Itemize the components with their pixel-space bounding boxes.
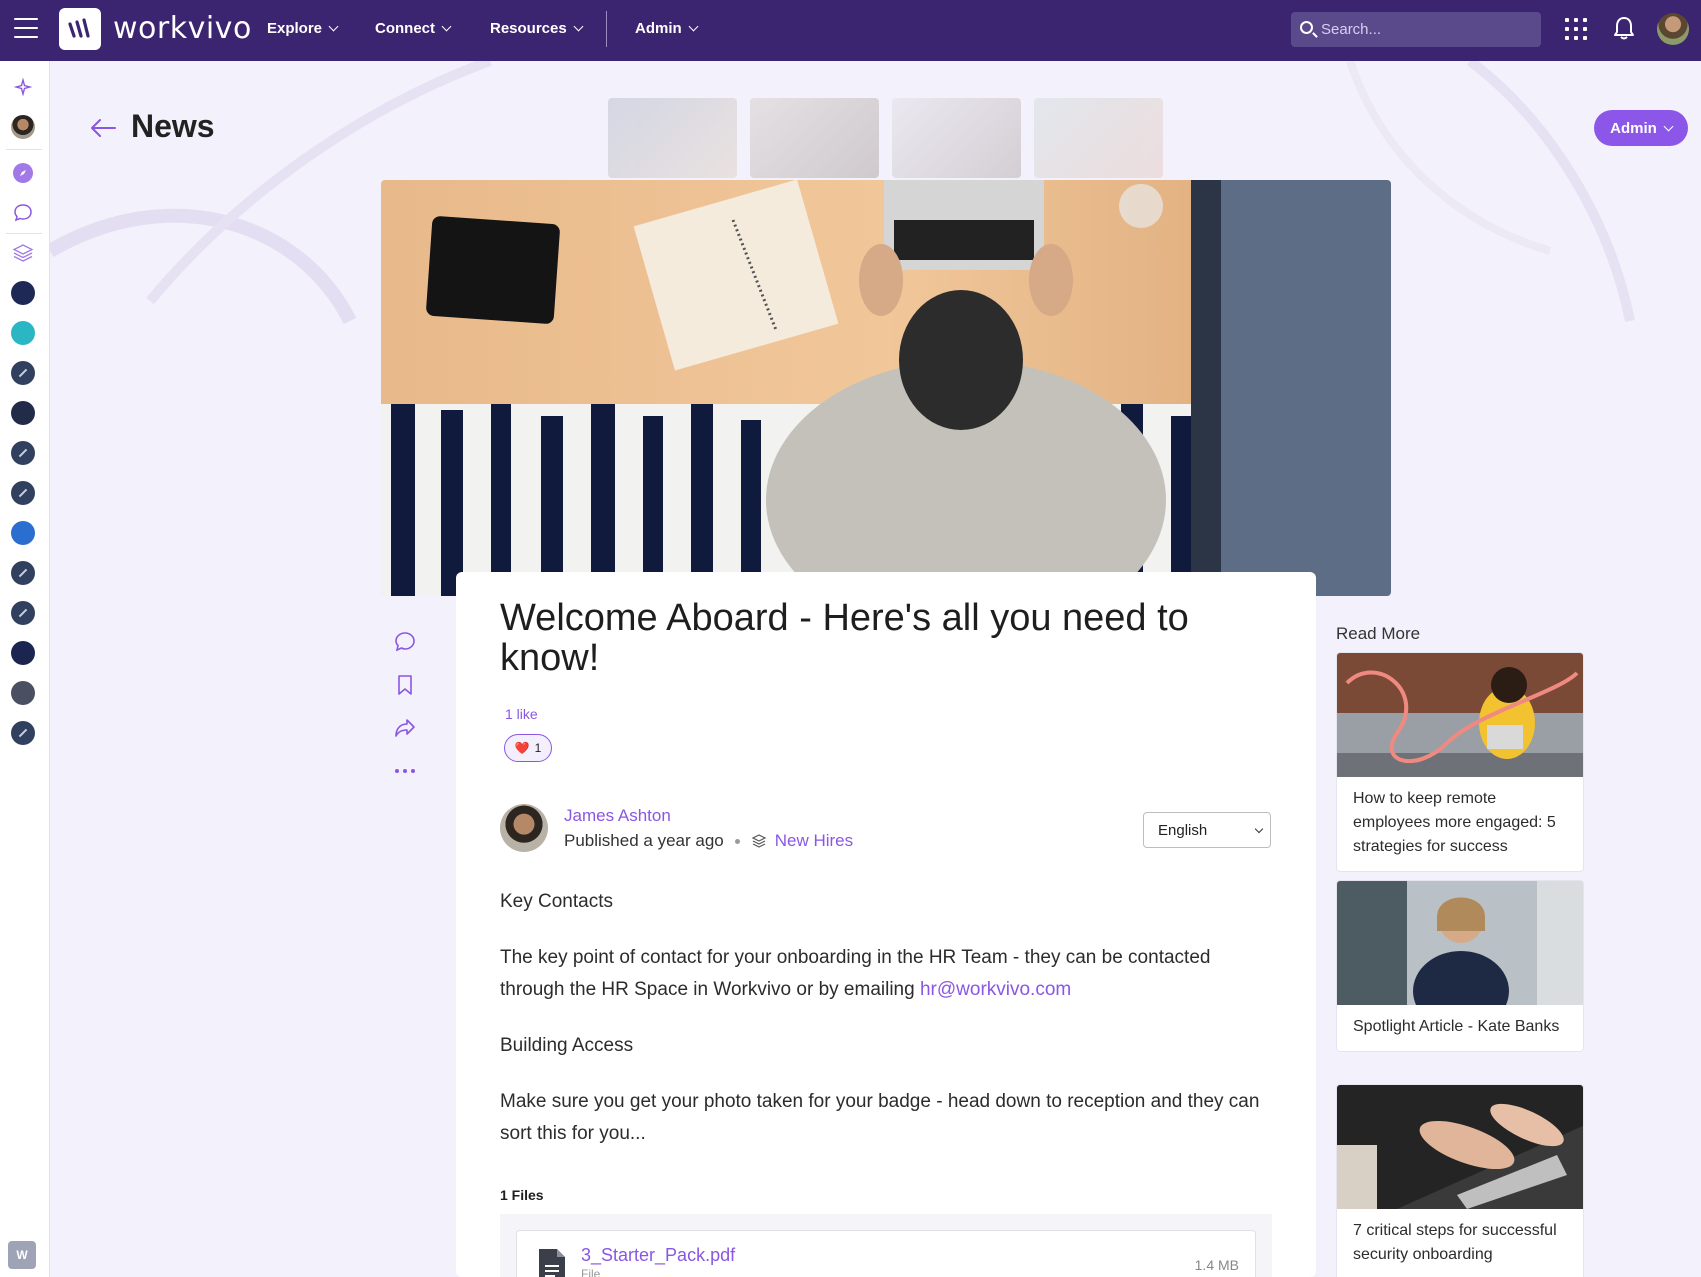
notifications-bell-icon[interactable] <box>1612 15 1636 46</box>
language-select[interactable]: English <box>1143 812 1271 848</box>
rail-divider <box>6 233 42 234</box>
spaces-layers-icon[interactable] <box>11 241 35 265</box>
space-icon[interactable] <box>11 401 35 425</box>
chevron-down-icon <box>688 21 699 32</box>
nav-explore[interactable]: Explore <box>267 20 339 37</box>
published-time: Published a year ago <box>564 831 724 850</box>
chevron-down-icon <box>441 21 452 32</box>
read-more-image <box>1337 1085 1583 1209</box>
read-more-item[interactable]: 7 critical steps for successful security… <box>1336 1084 1584 1277</box>
thumbnail-image[interactable] <box>750 98 879 178</box>
section-heading: Key Contacts <box>500 891 613 912</box>
article-title: Welcome Aboard - Here's all you need to … <box>500 597 1189 679</box>
space-icon[interactable] <box>11 641 35 665</box>
file-size: 1.4 MB <box>1194 1257 1239 1273</box>
space-icon[interactable] <box>11 521 35 545</box>
space-icon[interactable] <box>11 561 35 585</box>
email-link[interactable]: hr@workvivo.com <box>920 979 1071 1000</box>
nav-admin[interactable]: Admin <box>635 20 699 37</box>
file-type: File <box>581 1267 601 1277</box>
space-icon[interactable] <box>11 481 35 505</box>
admin-button[interactable]: Admin <box>1594 110 1688 146</box>
search-icon <box>1300 21 1313 34</box>
reaction-count: 1 <box>534 741 542 755</box>
top-navigation-bar: workvivo Explore Connect Resources Admin <box>0 0 1701 61</box>
file-name-link[interactable]: 3_Starter_Pack.pdf <box>581 1245 735 1266</box>
back-arrow-icon[interactable] <box>89 116 117 145</box>
workvivo-logo-icon[interactable] <box>59 8 101 50</box>
heart-reaction-icon: ❤️ <box>514 741 530 755</box>
space-icon[interactable] <box>11 681 35 705</box>
likes-count[interactable]: 1 like <box>505 706 538 722</box>
sparkle-icon[interactable] <box>11 75 35 99</box>
chat-icon[interactable] <box>11 201 35 225</box>
rail-divider <box>6 149 42 150</box>
thumbnail-image[interactable] <box>608 98 737 178</box>
hero-image <box>381 180 1391 596</box>
thumbnail-image[interactable] <box>1034 98 1163 178</box>
profile-avatar[interactable] <box>11 115 35 139</box>
comment-icon[interactable] <box>393 630 417 659</box>
read-more-item[interactable]: How to keep remote employees more engage… <box>1336 652 1584 872</box>
read-more-title: Spotlight Article - Kate Banks <box>1353 1018 1560 1035</box>
author-avatar[interactable] <box>500 804 548 852</box>
read-more-title: 7 critical steps for successful security… <box>1353 1222 1557 1263</box>
files-list: 3_Starter_Pack.pdf File 1.4 MB <box>500 1214 1272 1277</box>
space-icon[interactable] <box>11 601 35 625</box>
read-more-item[interactable]: Spotlight Article - Kate Banks <box>1336 880 1584 1052</box>
more-options-icon[interactable] <box>393 762 417 780</box>
space-icon[interactable] <box>11 321 35 345</box>
bookmark-icon[interactable] <box>393 673 417 702</box>
document-file-icon <box>537 1247 567 1277</box>
read-more-title: How to keep remote employees more engage… <box>1353 790 1556 855</box>
menu-icon[interactable] <box>14 18 38 38</box>
article-thumbnails <box>608 98 1163 178</box>
files-label: 1 Files <box>500 1187 544 1203</box>
chevron-down-icon <box>1663 121 1674 131</box>
space-icon[interactable] <box>11 281 35 305</box>
reaction-badge[interactable]: ❤️ 1 <box>504 734 552 762</box>
search-input[interactable] <box>1321 21 1531 38</box>
nav-resources[interactable]: Resources <box>490 20 584 37</box>
author-name[interactable]: James Ashton <box>564 806 671 826</box>
compass-icon[interactable] <box>11 161 35 185</box>
search-box[interactable] <box>1291 12 1541 47</box>
space-layers-icon <box>751 834 767 848</box>
author-meta: Published a year ago New Hires <box>564 831 853 851</box>
read-more-image <box>1337 881 1583 1031</box>
user-avatar[interactable] <box>1657 13 1689 45</box>
article-card: Welcome Aboard - Here's all you need to … <box>456 572 1316 1277</box>
space-icon[interactable] <box>11 441 35 465</box>
page-title: News <box>131 108 215 144</box>
separator-dot <box>734 838 740 844</box>
section-heading: Building Access <box>500 1035 634 1056</box>
space-icon[interactable] <box>11 361 35 385</box>
space-icon[interactable] <box>11 721 35 745</box>
left-sidebar: W <box>0 61 50 1277</box>
nav-connect[interactable]: Connect <box>375 20 452 37</box>
paragraph: Make sure you get your photo taken for y… <box>500 1091 1260 1144</box>
logo-text: workvivo <box>113 11 252 46</box>
thumbnail-image[interactable] <box>892 98 1021 178</box>
chevron-down-icon <box>328 21 339 32</box>
chevron-down-icon <box>1254 824 1264 833</box>
chevron-down-icon <box>573 21 584 32</box>
apps-grid-icon[interactable] <box>1565 18 1587 40</box>
read-more-image <box>1337 653 1583 777</box>
paragraph: The key point of contact for your onboar… <box>500 947 1211 1000</box>
nav-divider <box>606 11 607 47</box>
file-item[interactable]: 3_Starter_Pack.pdf File 1.4 MB <box>516 1230 1256 1277</box>
space-link[interactable]: New Hires <box>775 831 853 851</box>
workvivo-footer-logo-icon[interactable]: W <box>8 1241 36 1269</box>
share-icon[interactable] <box>393 716 417 745</box>
read-more-label: Read More <box>1336 624 1421 643</box>
